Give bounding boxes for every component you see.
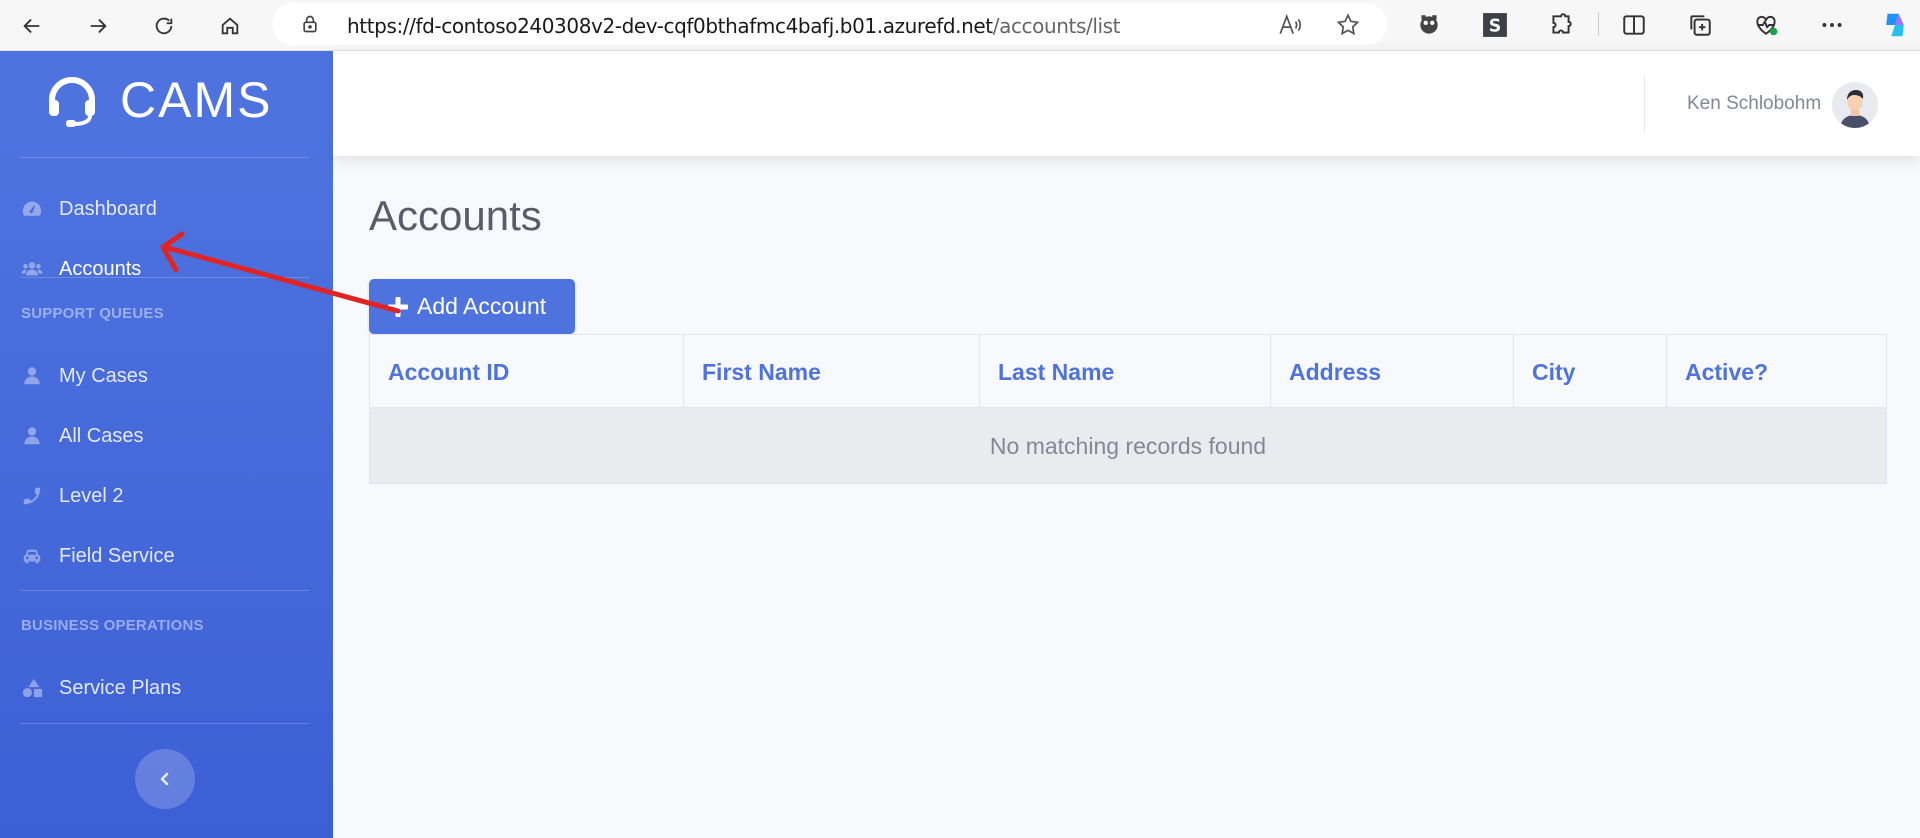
s-extension-icon[interactable]: S: [1480, 10, 1510, 40]
copilot-icon[interactable]: [1880, 10, 1910, 40]
user-icon: [20, 364, 44, 388]
split-screen-icon[interactable]: [1619, 10, 1649, 40]
phone-icon: [20, 484, 44, 508]
sidebar-item-accounts[interactable]: Accounts: [20, 249, 141, 289]
collections-icon[interactable]: [1685, 10, 1715, 40]
brand[interactable]: CAMS: [44, 71, 272, 129]
url-text[interactable]: https://fd-contoso240308v2-dev-cqf0bthaf…: [347, 14, 1121, 38]
sidebar-divider: [20, 157, 309, 158]
home-icon[interactable]: [212, 8, 248, 44]
health-icon[interactable]: [1751, 10, 1781, 40]
sidebar-item-service-plans[interactable]: Service Plans: [20, 668, 181, 708]
add-account-button[interactable]: Add Account: [369, 279, 575, 334]
browser-toolbar: https://fd-contoso240308v2-dev-cqf0bthaf…: [0, 0, 1920, 51]
extension-icon[interactable]: [1414, 10, 1444, 40]
forward-icon[interactable]: [80, 8, 116, 44]
support-queues-heading: SUPPORT QUEUES: [21, 305, 164, 322]
address-bar[interactable]: https://fd-contoso240308v2-dev-cqf0bthaf…: [272, 3, 1387, 45]
column-header-account-id[interactable]: Account ID: [370, 335, 684, 409]
puzzle-icon[interactable]: [1546, 10, 1576, 40]
sidebar-item-label: Field Service: [59, 544, 175, 567]
sidebar-item-label: Level 2: [59, 484, 124, 507]
page-title: Accounts: [369, 192, 542, 239]
sidebar-toggle-button[interactable]: [135, 749, 195, 809]
car-icon: [20, 544, 44, 568]
lock-icon[interactable]: [300, 14, 320, 34]
svg-text:S: S: [1489, 17, 1501, 37]
accounts-table: Account ID First Name Last Name Address …: [369, 334, 1887, 484]
sidebar-item-label: Dashboard: [59, 197, 157, 220]
sidebar-item-all-cases[interactable]: All Cases: [20, 416, 143, 456]
url-path: /accounts/list: [992, 14, 1121, 38]
url-host: https://fd-contoso240308v2-dev-cqf0bthaf…: [347, 14, 993, 38]
column-header-address[interactable]: Address: [1271, 335, 1514, 409]
sidebar-divider: [20, 590, 309, 591]
add-account-label: Add Account: [417, 293, 547, 319]
headset-logo-icon: [49, 77, 95, 127]
sidebar-item-label: All Cases: [59, 424, 144, 447]
sidebar-divider: [20, 277, 309, 278]
back-icon[interactable]: [14, 8, 50, 44]
dashboard-icon: [20, 197, 44, 221]
column-header-city[interactable]: City: [1514, 335, 1667, 409]
plus-icon: [388, 296, 408, 317]
column-header-first-name[interactable]: First Name: [684, 335, 980, 409]
table-header: Account ID First Name Last Name Address …: [370, 335, 1886, 409]
read-aloud-icon[interactable]: [1277, 12, 1303, 38]
user-name[interactable]: Ken Schlobohm: [1687, 93, 1821, 115]
avatar[interactable]: [1832, 82, 1878, 128]
more-icon[interactable]: [1817, 10, 1847, 40]
business-operations-heading: BUSINESS OPERATIONS: [21, 617, 204, 634]
sidebar-item-level-2[interactable]: Level 2: [20, 476, 124, 516]
column-header-active[interactable]: Active?: [1667, 335, 1886, 409]
sidebar-item-my-cases[interactable]: My Cases: [20, 356, 148, 396]
sidebar-item-label: Service Plans: [59, 676, 182, 699]
empty-table-message: No matching records found: [370, 409, 1886, 483]
user-icon: [20, 424, 44, 448]
sidebar-item-field-service[interactable]: Field Service: [20, 536, 175, 576]
brand-name: CAMS: [120, 72, 273, 128]
topbar: Ken Schlobohm: [333, 51, 1920, 156]
sidebar-item-label: My Cases: [59, 364, 148, 387]
favorite-star-icon[interactable]: [1335, 12, 1361, 38]
topbar-divider: [1644, 76, 1645, 132]
chevron-left-icon: [160, 772, 169, 786]
sidebar: CAMS Dashboard Accounts SUPPORT QUEUES M…: [0, 51, 333, 838]
refresh-icon[interactable]: [146, 8, 182, 44]
column-header-last-name[interactable]: Last Name: [980, 335, 1271, 409]
shapes-icon: [20, 676, 44, 700]
sidebar-item-dashboard[interactable]: Dashboard: [20, 189, 157, 229]
sidebar-divider: [20, 723, 309, 724]
